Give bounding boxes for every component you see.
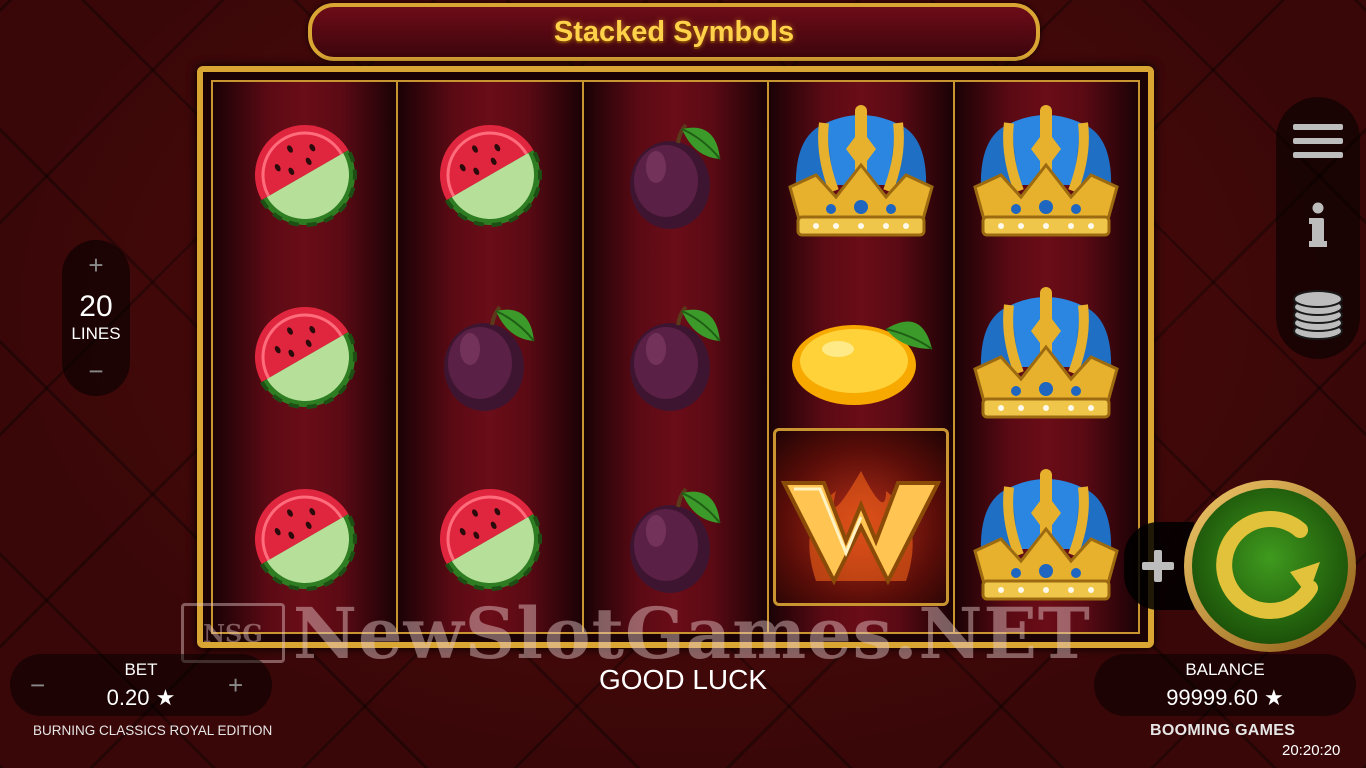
- wild-symbol: W: [773, 428, 949, 606]
- plum-icon: [629, 305, 721, 411]
- crown-symbol: [955, 448, 1138, 630]
- reel-1: [213, 82, 399, 632]
- menu-button[interactable]: [1276, 106, 1360, 176]
- watermelon-icon: [440, 125, 543, 227]
- watermelon-symbol: [398, 448, 581, 630]
- brand-logo: BOOMING GAMES: [1150, 722, 1296, 739]
- clock: 20:20:20: [1282, 742, 1341, 759]
- lines-minus-button[interactable]: −: [88, 358, 103, 384]
- plum-icon: [629, 123, 721, 229]
- reels-frame: W: [197, 66, 1154, 648]
- watermelon-icon: [254, 125, 357, 227]
- plum-symbol: [584, 448, 767, 630]
- crown-symbol: [955, 84, 1138, 266]
- plum-symbol: [398, 266, 581, 448]
- lines-count: 20: [79, 290, 113, 323]
- spin-icon: [1184, 480, 1356, 652]
- coins-icon: [1293, 290, 1343, 340]
- crown-icon: [973, 469, 1120, 601]
- menu-icon: [1293, 124, 1343, 158]
- reel-2: [398, 82, 584, 632]
- plus-icon: [1142, 550, 1174, 582]
- watermelon-symbol: [398, 84, 581, 266]
- watermelon-symbol: [213, 448, 396, 630]
- info-icon: [1309, 202, 1327, 247]
- lines-plus-button[interactable]: +: [88, 252, 103, 278]
- title-text: Stacked Symbols: [553, 15, 795, 48]
- side-menu: [1276, 97, 1360, 359]
- watermelon-symbol: [213, 266, 396, 448]
- balance-value: 99999.60 ★: [1166, 685, 1284, 710]
- bet-settings-button[interactable]: [1276, 279, 1360, 349]
- crown-icon: [973, 287, 1120, 419]
- watermelon-symbol: [213, 84, 396, 266]
- watermelon-icon: [440, 489, 543, 591]
- spin-button[interactable]: [1182, 478, 1358, 654]
- watermelon-icon: [254, 489, 357, 591]
- info-button[interactable]: [1276, 190, 1360, 260]
- reel-4: W: [769, 82, 955, 632]
- balance-label: BALANCE: [1185, 660, 1265, 679]
- balance-panel: BALANCE 99999.60 ★: [1094, 654, 1356, 716]
- crown-icon: [788, 105, 934, 237]
- lines-label: LINES: [71, 324, 121, 343]
- crown-symbol: [769, 84, 952, 266]
- reel-5: [954, 82, 1139, 632]
- lemon-symbol: [769, 266, 952, 448]
- crown-symbol: [955, 266, 1138, 448]
- plum-symbol: [584, 84, 767, 266]
- title-banner: Stacked Symbols: [308, 3, 1040, 61]
- lines-control: + 20 LINES −: [62, 240, 130, 396]
- game-name: BURNING CLASSICS ROYAL EDITION: [33, 723, 273, 738]
- plum-icon: [629, 487, 721, 593]
- plum-icon: [444, 305, 535, 411]
- reels-grid: W: [211, 80, 1140, 634]
- reel-3: [583, 82, 770, 632]
- plum-symbol: [584, 266, 767, 448]
- watermelon-icon: [254, 307, 357, 409]
- lemon-icon: [791, 321, 933, 405]
- crown-icon: [973, 105, 1120, 237]
